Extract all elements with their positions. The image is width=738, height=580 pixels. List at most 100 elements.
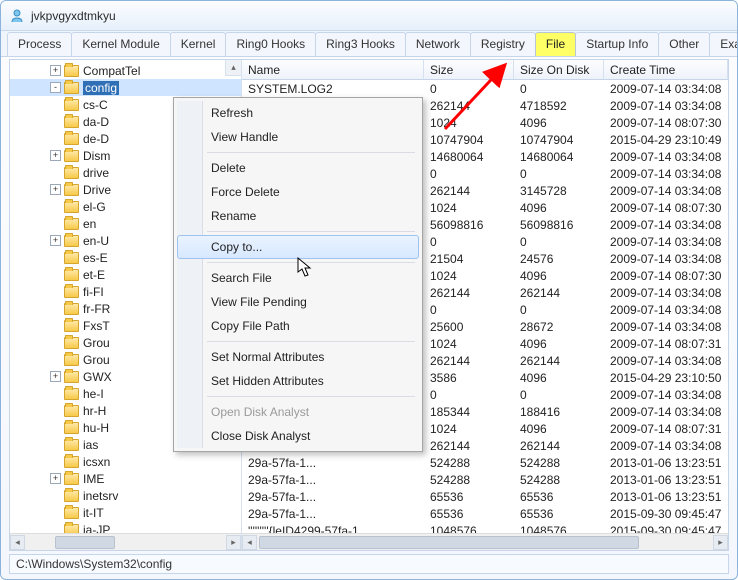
list-h-scrollbar[interactable]: ◂ ▸ [242, 533, 728, 550]
col-create-time[interactable]: Create Time [604, 60, 728, 79]
cell-size: 524288 [424, 456, 514, 470]
expand-icon[interactable]: + [50, 371, 61, 382]
cell-size: 10747904 [424, 133, 514, 147]
context-menu[interactable]: RefreshView Handle DeleteForce DeleteRena… [173, 97, 423, 452]
scroll-thumb[interactable] [259, 536, 639, 549]
cell-sod: 4096 [514, 269, 604, 283]
tree-item[interactable]: -config [10, 79, 241, 96]
cell-size: 14680064 [424, 150, 514, 164]
context-menu-item-copy-to[interactable]: Copy to... [177, 235, 419, 259]
cell-size: 262144 [424, 99, 514, 113]
folder-icon [64, 303, 79, 315]
cell-sod: 262144 [514, 286, 604, 300]
expand-icon[interactable]: + [50, 184, 61, 195]
tab-other[interactable]: Other [658, 32, 710, 56]
context-menu-item-force-delete[interactable]: Force Delete [177, 180, 419, 204]
cell-ct: 2009-07-14 08:07:30 [604, 116, 728, 130]
cell-sod: 0 [514, 235, 604, 249]
context-menu-separator [207, 152, 415, 153]
cell-sod: 0 [514, 388, 604, 402]
context-menu-item-search-file[interactable]: Search File [177, 266, 419, 290]
col-size[interactable]: Size [424, 60, 514, 79]
table-row[interactable]: 29a-57fa-1...65536655362015-09-30 09:45:… [242, 505, 728, 522]
cell-sod: 262144 [514, 354, 604, 368]
tab-registry[interactable]: Registry [470, 32, 536, 56]
cell-sod: 0 [514, 167, 604, 181]
cell-ct: 2009-07-14 08:07:30 [604, 269, 728, 283]
collapse-icon[interactable]: - [50, 82, 61, 93]
context-menu-item-copy-file-path[interactable]: Copy File Path [177, 314, 419, 338]
list-header[interactable]: Name Size Size On Disk Create Time [242, 60, 728, 80]
cell-size: 1024 [424, 201, 514, 215]
tree-item[interactable]: +CompatTel [10, 62, 241, 79]
scroll-right-icon[interactable]: ▸ [713, 535, 728, 550]
tab-kernel-module[interactable]: Kernel Module [71, 32, 170, 56]
expand-icon[interactable]: + [50, 150, 61, 161]
cell-size: 0 [424, 82, 514, 96]
scroll-left-icon[interactable]: ◂ [242, 535, 257, 550]
context-menu-item-view-handle[interactable]: View Handle [177, 125, 419, 149]
tab-network[interactable]: Network [405, 32, 471, 56]
tree-item[interactable]: it-IT [10, 504, 241, 521]
tab-startup-info[interactable]: Startup Info [575, 32, 659, 56]
table-row[interactable]: 29a-57fa-1...65536655362013-01-06 13:23:… [242, 488, 728, 505]
cell-sod: 188416 [514, 405, 604, 419]
app-window: jvkpvgyxdtmkyu ProcessKernel ModuleKerne… [0, 0, 738, 580]
expand-placeholder [50, 133, 61, 144]
cell-sod: 524288 [514, 473, 604, 487]
folder-icon [64, 405, 79, 417]
tab-process[interactable]: Process [7, 32, 72, 56]
table-row[interactable]: 29a-57fa-1...5242885242882013-01-06 13:2… [242, 454, 728, 471]
folder-icon [64, 388, 79, 400]
context-menu-item-refresh[interactable]: Refresh [177, 101, 419, 125]
tab-ring3-hooks[interactable]: Ring3 Hooks [315, 32, 406, 56]
cell-ct: 2013-01-06 13:23:51 [604, 473, 728, 487]
tree-item-label: GWX [83, 370, 112, 384]
cell-ct: 2009-07-14 03:34:08 [604, 184, 728, 198]
col-size-on-disk[interactable]: Size On Disk [514, 60, 604, 79]
scroll-thumb[interactable] [55, 536, 115, 549]
cell-size: 65536 [424, 507, 514, 521]
context-menu-item-delete[interactable]: Delete [177, 156, 419, 180]
folder-icon [64, 507, 79, 519]
context-menu-item-rename[interactable]: Rename [177, 204, 419, 228]
context-menu-item-view-file-pending[interactable]: View File Pending [177, 290, 419, 314]
context-menu-item-open-disk-analyst: Open Disk Analyst [177, 400, 419, 424]
titlebar[interactable]: jvkpvgyxdtmkyu [1, 1, 737, 31]
expand-icon[interactable]: + [50, 473, 61, 484]
tab-ring0-hooks[interactable]: Ring0 Hooks [225, 32, 316, 56]
context-menu-item-set-normal-attributes[interactable]: Set Normal Attributes [177, 345, 419, 369]
cell-size: 262144 [424, 286, 514, 300]
tree-item-label: en [83, 217, 96, 231]
expand-icon[interactable]: + [50, 65, 61, 76]
cell-ct: 2009-07-14 08:07:31 [604, 422, 728, 436]
col-name[interactable]: Name [242, 60, 424, 79]
cell-size: 21504 [424, 252, 514, 266]
tab-examination[interactable]: Examination [709, 32, 738, 56]
tree-item-label: es-E [83, 251, 108, 265]
cell-name: 29a-57fa-1... [242, 507, 424, 521]
tab-kernel[interactable]: Kernel [170, 32, 227, 56]
context-menu-separator [207, 341, 415, 342]
table-row[interactable]: '''''''''{leID4299-57fa-1...104857610485… [242, 522, 728, 533]
table-row[interactable]: SYSTEM.LOG2002009-07-14 03:34:08 [242, 80, 728, 97]
tree-h-scrollbar[interactable]: ◂ ▸ [10, 533, 241, 550]
context-menu-item-set-hidden-attributes[interactable]: Set Hidden Attributes [177, 369, 419, 393]
folder-icon [64, 133, 79, 145]
table-row[interactable]: 29a-57fa-1...5242885242882013-01-06 13:2… [242, 471, 728, 488]
tree-item[interactable]: +IME [10, 470, 241, 487]
cell-size: 524288 [424, 473, 514, 487]
context-menu-item-close-disk-analyst[interactable]: Close Disk Analyst [177, 424, 419, 448]
tab-file[interactable]: File [535, 32, 576, 56]
expand-icon[interactable]: + [50, 235, 61, 246]
cell-size: 262144 [424, 354, 514, 368]
tree-item[interactable]: icsxn [10, 453, 241, 470]
tree-item[interactable]: inetsrv [10, 487, 241, 504]
scroll-left-icon[interactable]: ◂ [10, 535, 25, 550]
scroll-right-icon[interactable]: ▸ [226, 535, 241, 550]
app-icon [9, 8, 25, 24]
tree-item-label: et-E [83, 268, 105, 282]
cell-sod: 24576 [514, 252, 604, 266]
cell-ct: 2009-07-14 03:34:08 [604, 150, 728, 164]
tree-item-label: cs-C [83, 98, 108, 112]
